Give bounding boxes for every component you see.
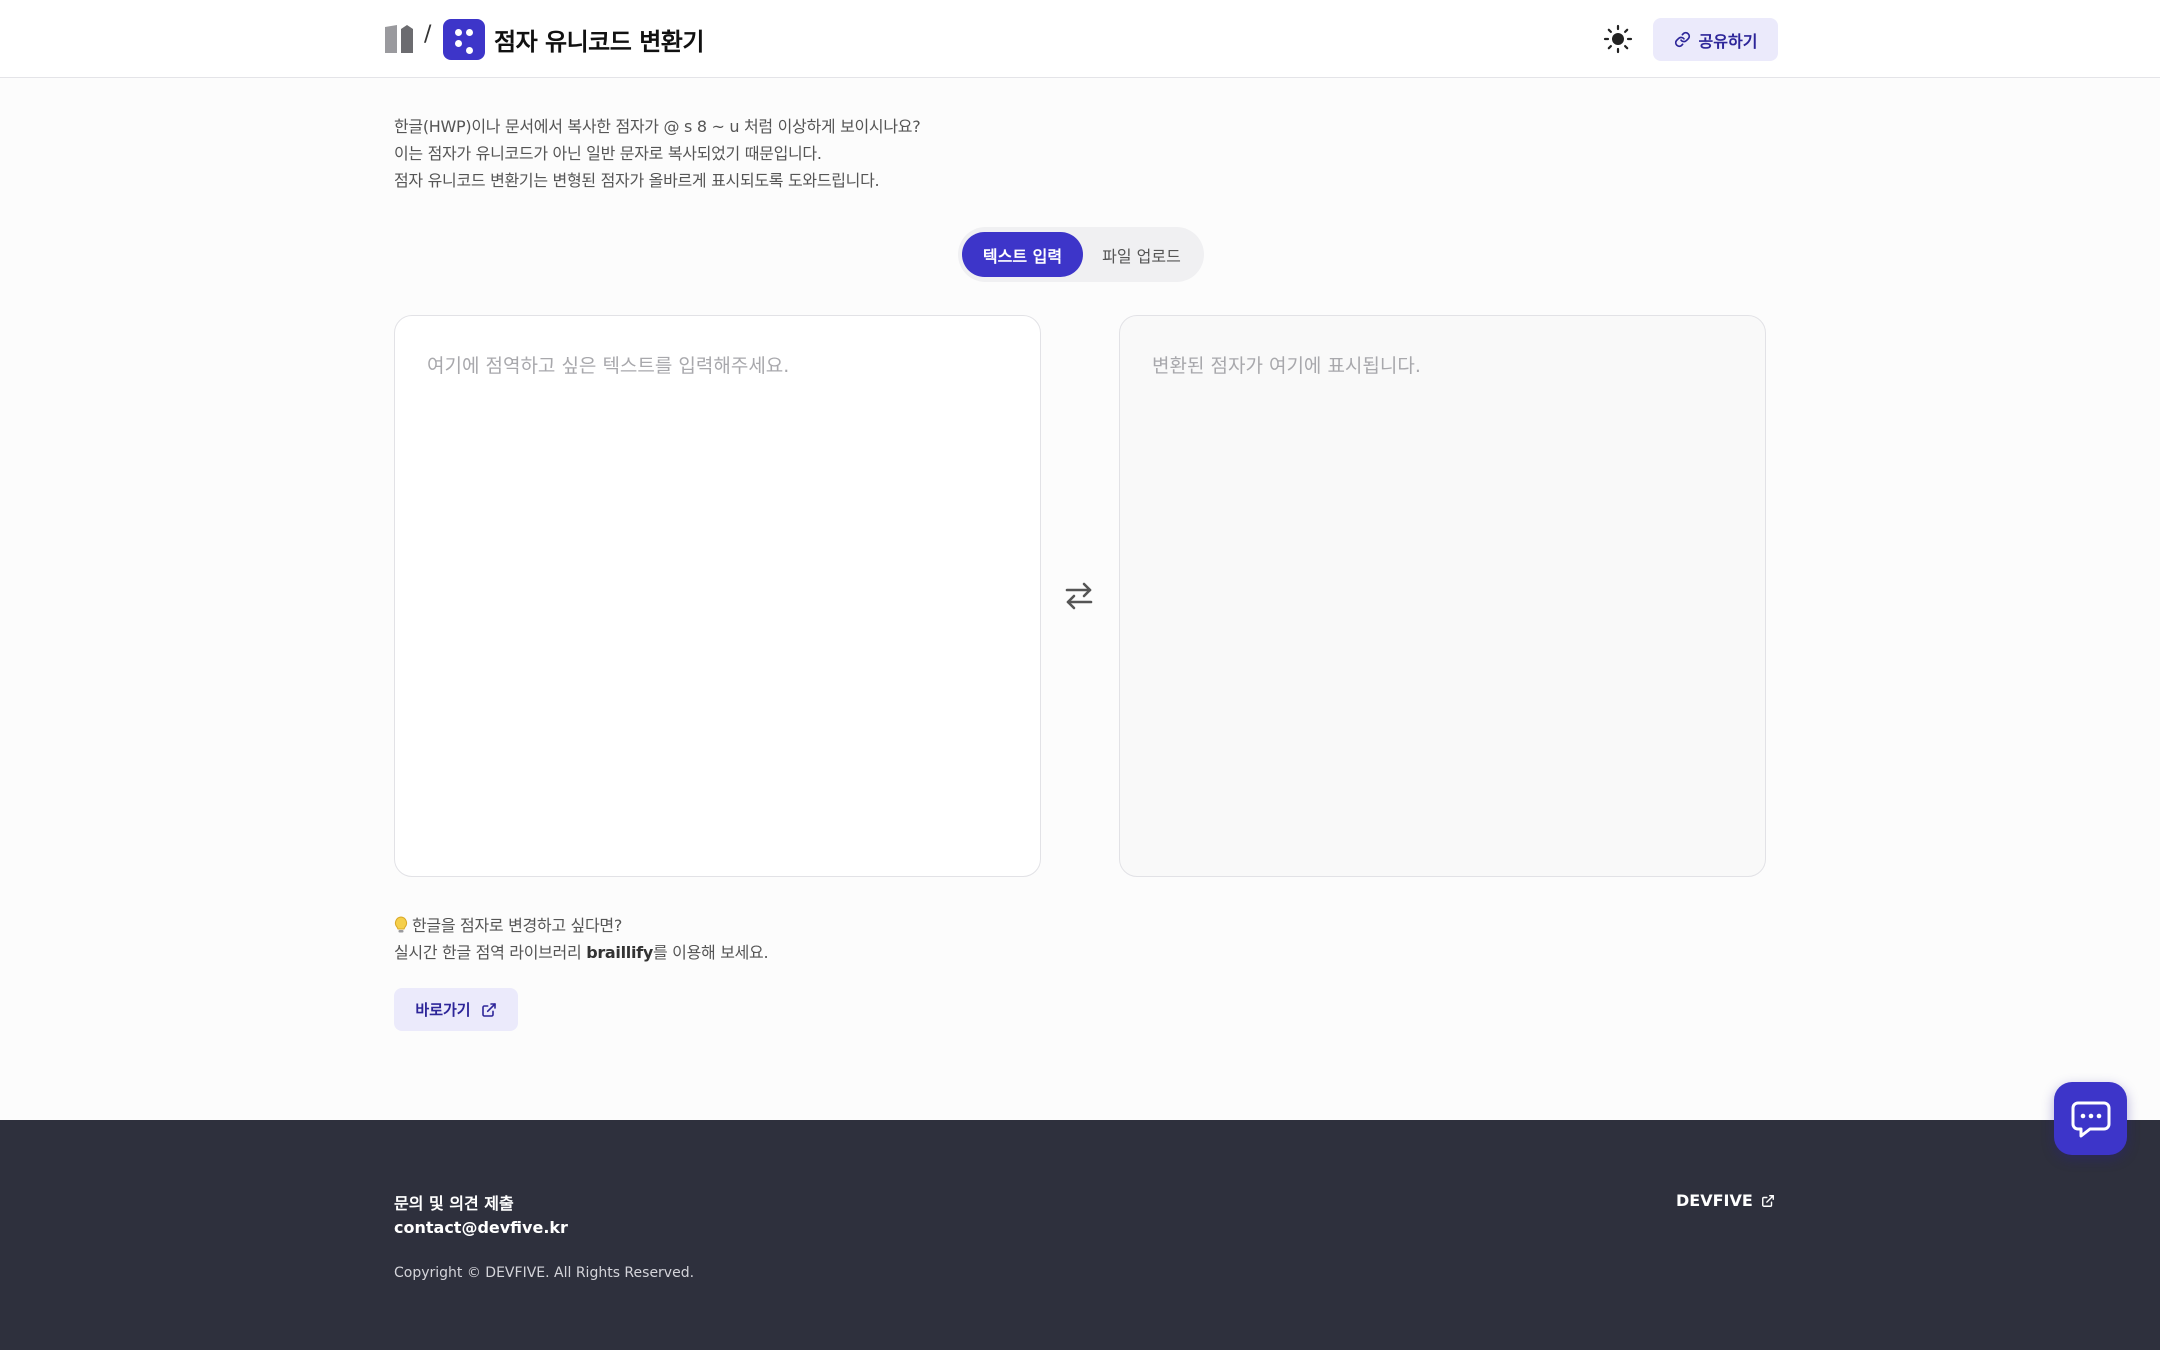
breadcrumb-separator: / [424, 22, 432, 47]
output-panel: 변환된 점자가 여기에 표시됩니다. [1119, 315, 1766, 877]
intro-description: 한글(HWP)이나 문서에서 복사한 점자가 @ s 8 ~ u 처럼 이상하게… [394, 113, 921, 194]
page-title: 점자 유니코드 변환기 [494, 28, 704, 56]
tip-line-1: 한글을 점자로 변경하고 싶다면? [394, 912, 768, 939]
intro-line-1: 한글(HWP)이나 문서에서 복사한 점자가 @ s 8 ~ u 처럼 이상하게… [394, 117, 921, 136]
app-braille-icon[interactable] [443, 19, 485, 60]
external-link-icon [1761, 1194, 1774, 1207]
swap-arrows-icon[interactable] [1064, 579, 1094, 613]
top-header: / 점자 유니코드 변환기 공유하기 [0, 0, 2160, 78]
tip-line-2: 실시간 한글 점역 라이브러리 braillify를 이용해 보세요. [394, 939, 769, 966]
tip-question: 한글을 점자로 변경하고 싶다면? [412, 916, 623, 935]
theme-toggle-sun-icon[interactable] [1603, 24, 1633, 54]
intro-line-2: 이는 점자가 유니코드가 아닌 일반 문자로 복사되었기 때문입니다. [394, 144, 822, 163]
chat-support-button[interactable] [2054, 1082, 2127, 1155]
footer-copyright: Copyright © DEVFIVE. All Rights Reserved… [394, 1265, 695, 1281]
link-icon [1674, 31, 1690, 48]
share-button-label: 공유하기 [1698, 31, 1758, 51]
footer-brand-label: DEVFIVE [1676, 1191, 1753, 1210]
external-link-icon [481, 1002, 496, 1017]
lightbulb-icon [394, 916, 408, 933]
intro-line-3: 점자 유니코드 변환기는 변형된 점자가 올바르게 표시되도록 도와드립니다. [394, 171, 880, 190]
tip-text-prefix: 실시간 한글 점역 라이브러리 [394, 943, 587, 962]
goto-braillify-button[interactable]: 바로가기 [394, 988, 518, 1031]
footer-contact-title: 문의 및 의견 제출 [394, 1194, 514, 1213]
braillify-name: braillify [586, 943, 653, 962]
braille-text-input[interactable] [395, 316, 1040, 876]
goto-button-label: 바로가기 [415, 1001, 471, 1019]
footer-email-link[interactable]: contact@devfive.kr [394, 1218, 568, 1237]
input-mode-toggle: 텍스트 입력 파일 업로드 [958, 227, 1204, 282]
page-footer: 문의 및 의견 제출 contact@devfive.kr Copyright … [0, 1120, 2160, 1350]
share-button[interactable]: 공유하기 [1653, 18, 1778, 61]
tip-text-suffix: 를 이용해 보세요. [652, 943, 769, 962]
input-panel [394, 315, 1041, 877]
tab-text-input[interactable]: 텍스트 입력 [962, 232, 1083, 277]
site-logo-icon[interactable] [383, 23, 415, 55]
footer-devfive-link[interactable]: DEVFIVE [1676, 1191, 1775, 1210]
chat-bubble-icon [2071, 1101, 2110, 1137]
tab-file-upload[interactable]: 파일 업로드 [1083, 232, 1200, 277]
output-placeholder: 변환된 점자가 여기에 표시됩니다. [1152, 355, 1421, 377]
braillify-tip: 한글을 점자로 변경하고 싶다면? 실시간 한글 점역 라이브러리 braill… [394, 912, 769, 966]
